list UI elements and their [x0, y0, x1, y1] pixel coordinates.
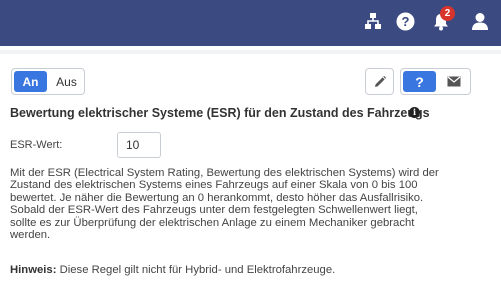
top-bar: ? 2: [0, 0, 501, 46]
user-icon[interactable]: [469, 10, 491, 32]
header-divider: [0, 50, 501, 54]
edit-button[interactable]: [365, 68, 394, 95]
help-mail-group: ?: [400, 68, 471, 95]
hierarchy-icon[interactable]: [362, 10, 384, 32]
note: Hinweis: Diese Regel gilt nicht für Hybr…: [10, 264, 335, 276]
help-label: ?: [415, 73, 424, 90]
svg-text:?: ?: [401, 14, 409, 29]
help-circle-icon[interactable]: ?: [394, 10, 416, 32]
description-line: bewertet. Je näher die Bewertung an 0 he…: [10, 191, 424, 204]
help-button[interactable]: ?: [403, 71, 436, 92]
description-line: werden.: [10, 229, 51, 242]
on-off-toggle[interactable]: An Aus: [11, 68, 85, 95]
description-line: Mit der ESR (Electrical System Rating, B…: [10, 167, 439, 179]
note-label: Hinweis:: [10, 264, 57, 276]
info-icon[interactable]: i: [409, 107, 420, 118]
description-line: Sobald der ESR-Wert des Fahrzeugs unter …: [10, 204, 418, 217]
description-text: Mit der ESR (Electrical System Rating, B…: [10, 167, 490, 241]
description-line: Zustand des elektrischen Systems eines F…: [10, 179, 418, 192]
envelope-icon: [447, 76, 461, 87]
mail-button[interactable]: [438, 69, 470, 94]
section-title: Bewertung elektrischer Systeme (ESR) für…: [10, 106, 430, 120]
toggle-off-button[interactable]: Aus: [49, 69, 84, 94]
notification-badge: 2: [440, 6, 455, 21]
description-line: sollte es zur Überprüfung der elektrisch…: [10, 216, 415, 229]
note-text: Diese Regel gilt nicht für Hybrid- und E…: [59, 264, 336, 276]
esr-value-input[interactable]: [117, 132, 161, 158]
pencil-icon: [374, 75, 386, 87]
toggle-on-button[interactable]: An: [14, 71, 47, 92]
esr-value-label: ESR-Wert:: [10, 139, 63, 151]
